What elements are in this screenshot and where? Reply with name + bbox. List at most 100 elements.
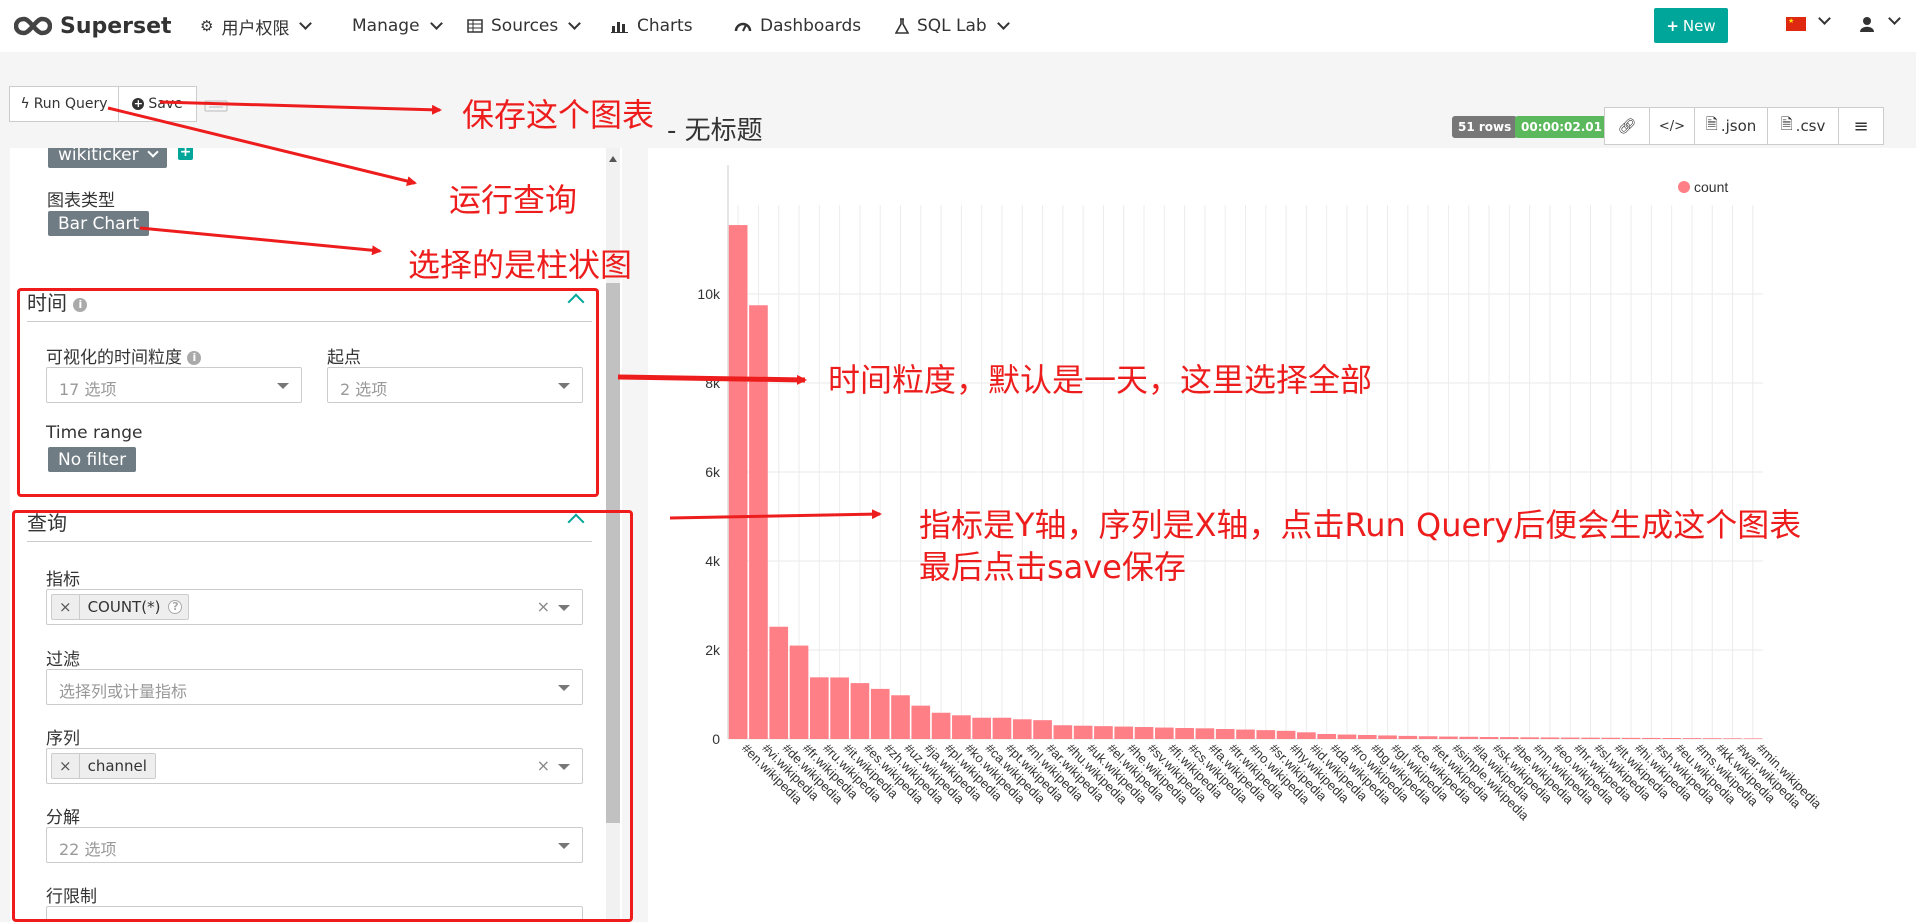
user-icon[interactable] [1860,16,1874,32]
bar [1662,738,1682,739]
bar [891,695,910,739]
y-tick-label: 0 [712,731,720,747]
table-icon [467,19,483,33]
new-button-label: New [1682,16,1716,35]
embed-code-button[interactable]: </> [1649,107,1695,145]
export-json-button[interactable]: 🗎︎ .json [1694,107,1768,145]
bar [1540,737,1560,739]
bar [769,626,789,739]
export-csv-label: .csv [1795,117,1826,135]
navbar: Superset ⚙ 用户权限 Manage Sources Charts Da… [0,0,1916,52]
nav-security[interactable]: ⚙ 用户权限 [200,0,313,52]
nav-dashboards-label: Dashboards [760,16,862,36]
nav-sql-lab[interactable]: SQL Lab [895,0,1010,52]
scroll-up-icon[interactable] [609,156,617,162]
brand-logo[interactable]: Superset [14,0,172,52]
nav-sources-label: Sources [491,16,559,36]
query-time-badge: 00:00:02.01 [1515,116,1608,138]
bar [1175,728,1194,739]
edit-datasource-icon[interactable]: + [178,148,193,160]
bar [1073,725,1093,739]
annotation-time: 时间粒度，默认是一天，这里选择全部 [828,361,1373,399]
save-button[interactable]: + Save [118,86,197,122]
chevron-down-icon [299,16,313,30]
bar [1357,734,1377,739]
bar [1317,734,1337,739]
file-icon: 🗎︎ [1780,114,1793,133]
y-tick-label: 10k [697,286,721,302]
annotation-query-line1: 指标是Y轴，序列是X轴，点击Run Query后便会生成这个图表 [919,506,1802,544]
bar [1621,737,1641,739]
share-link-button[interactable]: 🔗︎ [1604,107,1650,145]
bar [1053,725,1073,739]
viz-type-button[interactable]: Bar Chart [48,211,150,236]
bar [870,688,890,739]
time-highlight-box [17,288,599,497]
legend-label: count [1694,179,1728,195]
chevron-down-icon[interactable] [1818,12,1831,25]
bar [1601,737,1621,739]
flask-icon [895,18,909,34]
nav-manage[interactable]: Manage [352,0,443,52]
new-button[interactable]: + New [1654,8,1728,43]
bar [1459,736,1479,739]
bar [789,645,809,739]
row-count-badge: 51 rows [1452,116,1518,138]
bar [809,677,829,739]
nav-manage-label: Manage [352,16,420,36]
viz-type-label: 图表类型 [47,191,115,211]
bar [1378,735,1397,739]
bar [1276,730,1296,739]
chevron-down-icon[interactable] [1888,12,1901,25]
bar [850,683,870,739]
nav-charts[interactable]: Charts [611,0,693,52]
annotation-save: 保存这个图表 [462,96,655,134]
bar [1581,737,1600,739]
datasource-name: wikiticker [58,148,139,165]
arrow-save [159,100,442,115]
y-tick-label: 4k [705,553,721,569]
bar [911,705,931,739]
bar [1134,727,1154,739]
link-icon: 🔗︎ [1617,117,1637,135]
brand-name: Superset [60,13,172,39]
chart-title[interactable]: - 无标题 [667,110,763,147]
legend-marker [1678,181,1690,193]
y-tick-label: 2k [705,642,721,658]
plus-icon: + [1666,16,1679,35]
nav-dashboards[interactable]: Dashboards [734,0,861,52]
bar [972,717,992,739]
gears-icon: ⚙ [200,17,214,35]
query-highlight-box [12,510,633,922]
plus-circle-icon: + [132,97,145,110]
chevron-down-icon [568,16,582,30]
bar [1297,732,1316,739]
bar [728,225,748,740]
bar [1337,734,1357,739]
language-flag-icon[interactable] [1786,17,1806,31]
bar [1702,738,1722,739]
bar [1256,730,1276,739]
bar [931,712,951,739]
datasource-select[interactable]: wikiticker [48,148,167,168]
code-icon: </> [1658,118,1686,134]
run-query-button[interactable]: ϟ Run Query [9,86,119,122]
bar [1682,738,1702,739]
dashboard-icon [734,22,752,32]
bolt-icon: ϟ [20,96,30,112]
bar [1114,726,1134,739]
more-menu-button[interactable]: ≡ [1838,107,1884,145]
bar [952,715,971,739]
bar [992,717,1012,739]
bar [1560,737,1580,739]
keyboard-icon[interactable] [204,100,228,112]
nav-sources[interactable]: Sources [467,0,582,52]
run-query-label: Run Query [33,96,108,112]
bar [1499,737,1519,739]
chevron-down-icon [146,148,159,158]
bar [1033,720,1052,739]
bar [1236,729,1255,739]
bar [1012,719,1032,739]
bar [1479,736,1499,739]
export-csv-button[interactable]: 🗎︎ .csv [1767,107,1839,145]
